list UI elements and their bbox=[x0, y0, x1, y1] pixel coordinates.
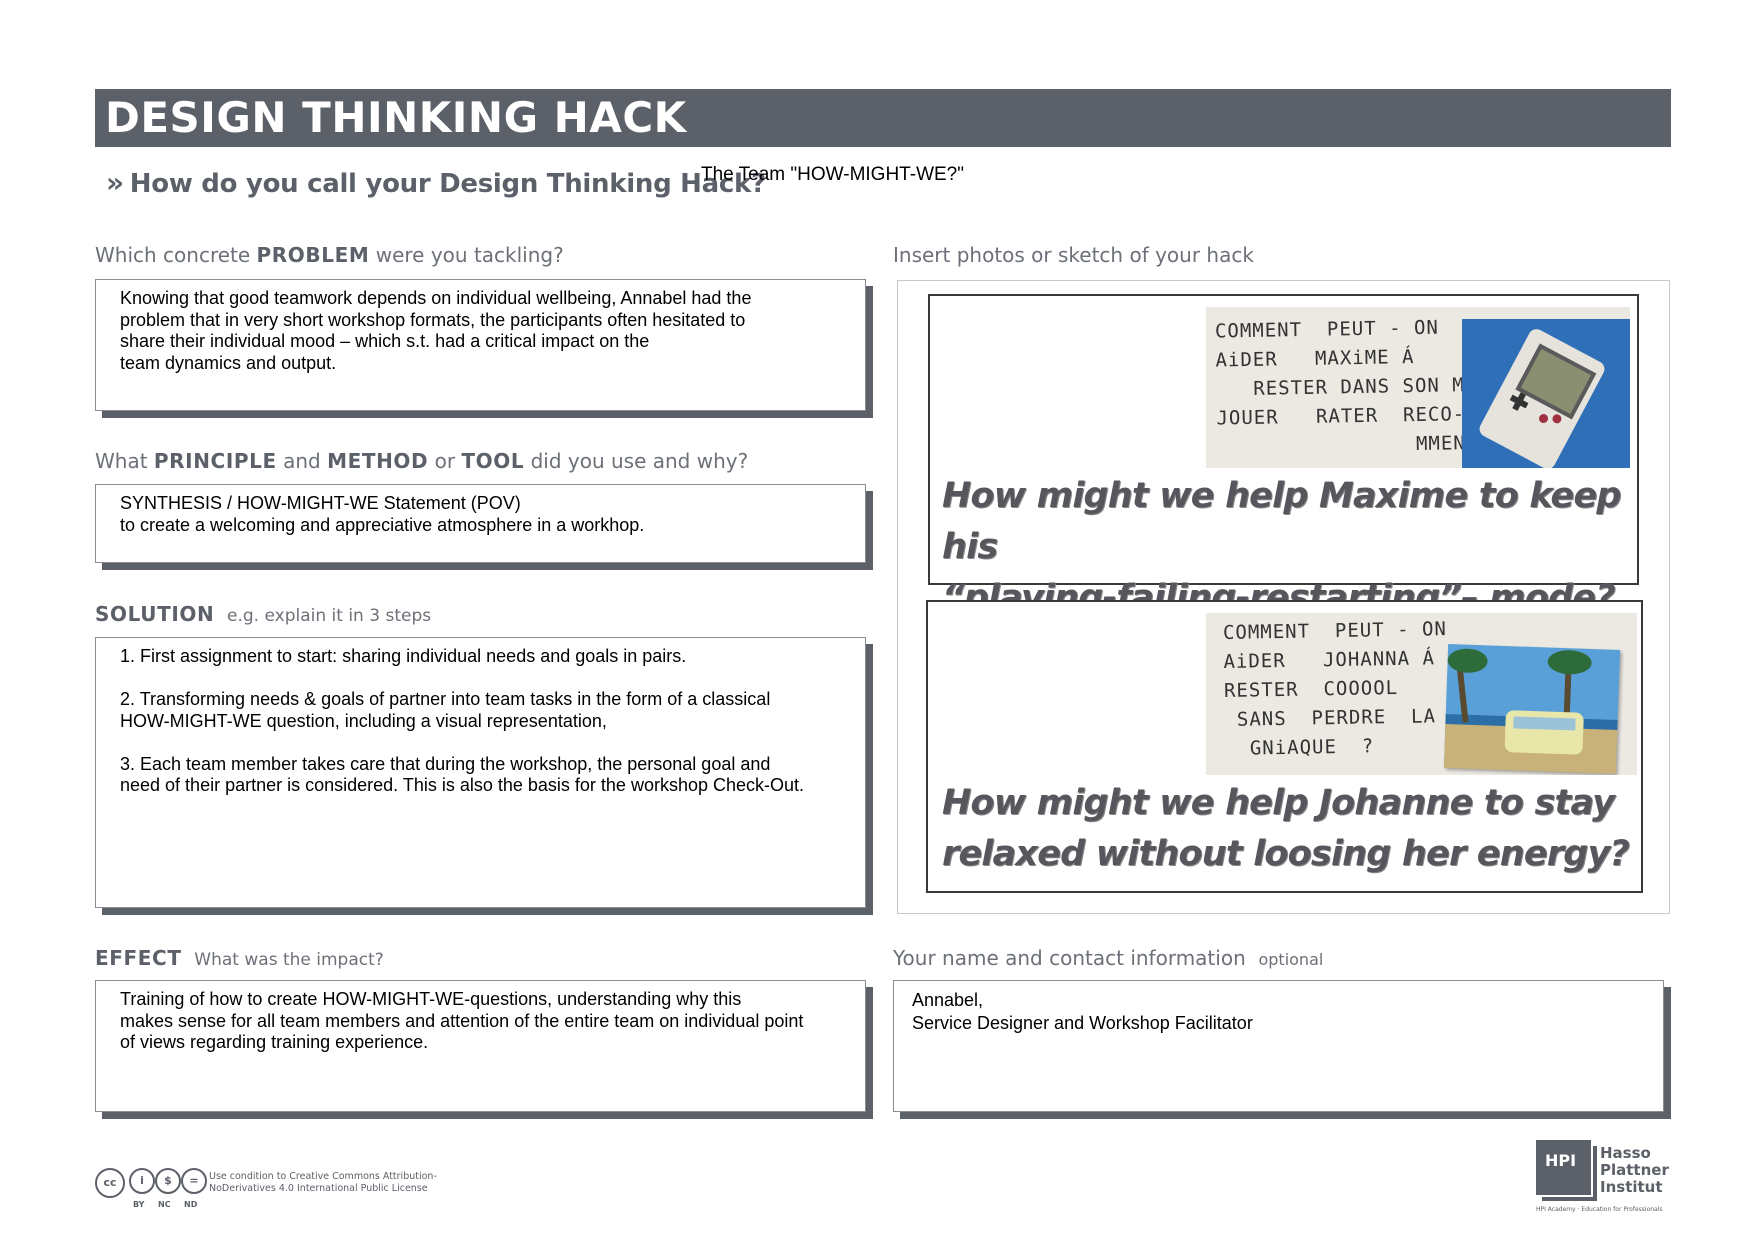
cc-icon: cc bbox=[95, 1168, 125, 1198]
hpi-logo: HPI Hasso Plattner Institut HPI Academy … bbox=[1536, 1140, 1669, 1213]
principle-label-and: and bbox=[276, 449, 328, 473]
hpi-abbreviation: HPI bbox=[1545, 1151, 1577, 1170]
hack-question-text: How do you call your Design Thinking Hac… bbox=[129, 169, 766, 199]
principle-label: What PRINCIPLE and METHOD or TOOL did yo… bbox=[95, 449, 748, 473]
problem-label-bold: PROBLEM bbox=[256, 243, 370, 267]
problem-text: Knowing that good teamwork depends on in… bbox=[120, 288, 752, 373]
solution-label-post: e.g. explain it in 3 steps bbox=[227, 606, 432, 626]
solution-label-bold: SOLUTION bbox=[95, 602, 215, 626]
contact-label-optional: optional bbox=[1258, 950, 1324, 969]
beach-van-photo bbox=[1443, 644, 1621, 774]
photo-card-maxime: COMMENT PEUT - ON AiDER MAXiME Á RESTER … bbox=[928, 294, 1639, 618]
principle-field[interactable]: SYNTHESIS / HOW-MIGHT-WE Statement (POV)… bbox=[95, 484, 866, 563]
effect-label: EFFECT What was the impact? bbox=[95, 946, 384, 970]
contact-label-main: Your name and contact information bbox=[893, 946, 1246, 970]
handwritten-note-photo-2: COMMENT PEUT - ON AiDER JOHANNA Á RESTER… bbox=[1206, 613, 1637, 775]
problem-label-post: were you tackling? bbox=[369, 243, 564, 267]
noderivatives-icon: = bbox=[181, 1168, 207, 1194]
license-text: Use condition to Creative Commons Attrib… bbox=[209, 1171, 437, 1194]
hpi-tagline: HPI Academy · Education for Professional… bbox=[1536, 1206, 1663, 1213]
photos-label: Insert photos or sketch of your hack bbox=[893, 243, 1254, 267]
caption-johanne: How might we help Johanne to stay relaxe… bbox=[942, 778, 1630, 880]
cc-label-nd: ND bbox=[184, 1200, 198, 1209]
caption-johanne-line1: How might we help Johanne to stay bbox=[942, 783, 1615, 823]
problem-label: Which concrete PROBLEM were you tackling… bbox=[95, 243, 564, 267]
double-chevron-icon: » bbox=[106, 166, 124, 199]
principle-label-post: did you use and why? bbox=[524, 449, 749, 473]
handwritten-note-text: COMMENT PEUT - ON AiDER MAXiME Á RESTER … bbox=[1214, 316, 1504, 456]
problem-field[interactable]: Knowing that good teamwork depends on in… bbox=[95, 279, 866, 411]
caption-maxime-line1: How might we help Maxime to keep his bbox=[942, 476, 1622, 567]
photo-upload-area[interactable]: COMMENT PEUT - ON AiDER MAXiME Á RESTER … bbox=[897, 280, 1670, 914]
hack-name-question: » How do you call your Design Thinking Ha… bbox=[106, 166, 766, 199]
solution-text: 1. First assignment to start: sharing in… bbox=[120, 646, 805, 795]
solution-label: SOLUTION e.g. explain it in 3 steps bbox=[95, 602, 431, 626]
effect-text: Training of how to create HOW-MIGHT-WE-q… bbox=[120, 989, 804, 1052]
contact-field[interactable]: Annabel, Service Designer and Workshop F… bbox=[893, 980, 1664, 1112]
principle-label-or: or bbox=[428, 449, 462, 473]
hack-name-answer[interactable]: The Team "HOW-MIGHT-WE?" bbox=[701, 164, 964, 186]
caption-johanne-line2: relaxed without loosing her energy? bbox=[942, 834, 1630, 874]
van-icon bbox=[1504, 710, 1584, 755]
effect-label-post: What was the impact? bbox=[194, 950, 384, 970]
principle-label-pre: What bbox=[95, 449, 154, 473]
attribution-icon: i bbox=[129, 1168, 155, 1194]
handwritten-note-text-2: COMMENT PEUT - ON AiDER JOHANNA Á RESTER… bbox=[1222, 618, 1448, 760]
solution-field[interactable]: 1. First assignment to start: sharing in… bbox=[95, 637, 866, 908]
noncommercial-icon: $ bbox=[155, 1168, 181, 1194]
hpi-institute-name: Hasso Plattner Institut bbox=[1600, 1144, 1669, 1196]
effect-label-bold: EFFECT bbox=[95, 946, 182, 970]
principle-text: SYNTHESIS / HOW-MIGHT-WE Statement (POV)… bbox=[120, 493, 645, 535]
page-title: DESIGN THINKING HACK bbox=[105, 93, 687, 142]
photo-card-johanne: COMMENT PEUT - ON AiDER JOHANNA Á RESTER… bbox=[926, 600, 1643, 893]
effect-field[interactable]: Training of how to create HOW-MIGHT-WE-q… bbox=[95, 980, 866, 1112]
cc-label-nc: NC bbox=[158, 1200, 171, 1209]
principle-label-method: METHOD bbox=[327, 449, 429, 473]
principle-label-principle: PRINCIPLE bbox=[153, 449, 277, 473]
gameboy-icon bbox=[1476, 326, 1608, 468]
principle-label-tool: TOOL bbox=[461, 449, 525, 473]
cc-label-by: BY bbox=[133, 1200, 145, 1209]
contact-label: Your name and contact information option… bbox=[893, 946, 1323, 970]
problem-label-pre: Which concrete bbox=[95, 243, 257, 267]
gameboy-photo bbox=[1462, 319, 1630, 468]
creative-commons-badge: cc i $ = BY NC ND bbox=[95, 1168, 207, 1212]
title-banner: DESIGN THINKING HACK bbox=[95, 89, 1671, 147]
contact-text: Annabel, Service Designer and Workshop F… bbox=[912, 990, 1253, 1033]
handwritten-note-photo: COMMENT PEUT - ON AiDER MAXiME Á RESTER … bbox=[1206, 307, 1630, 468]
